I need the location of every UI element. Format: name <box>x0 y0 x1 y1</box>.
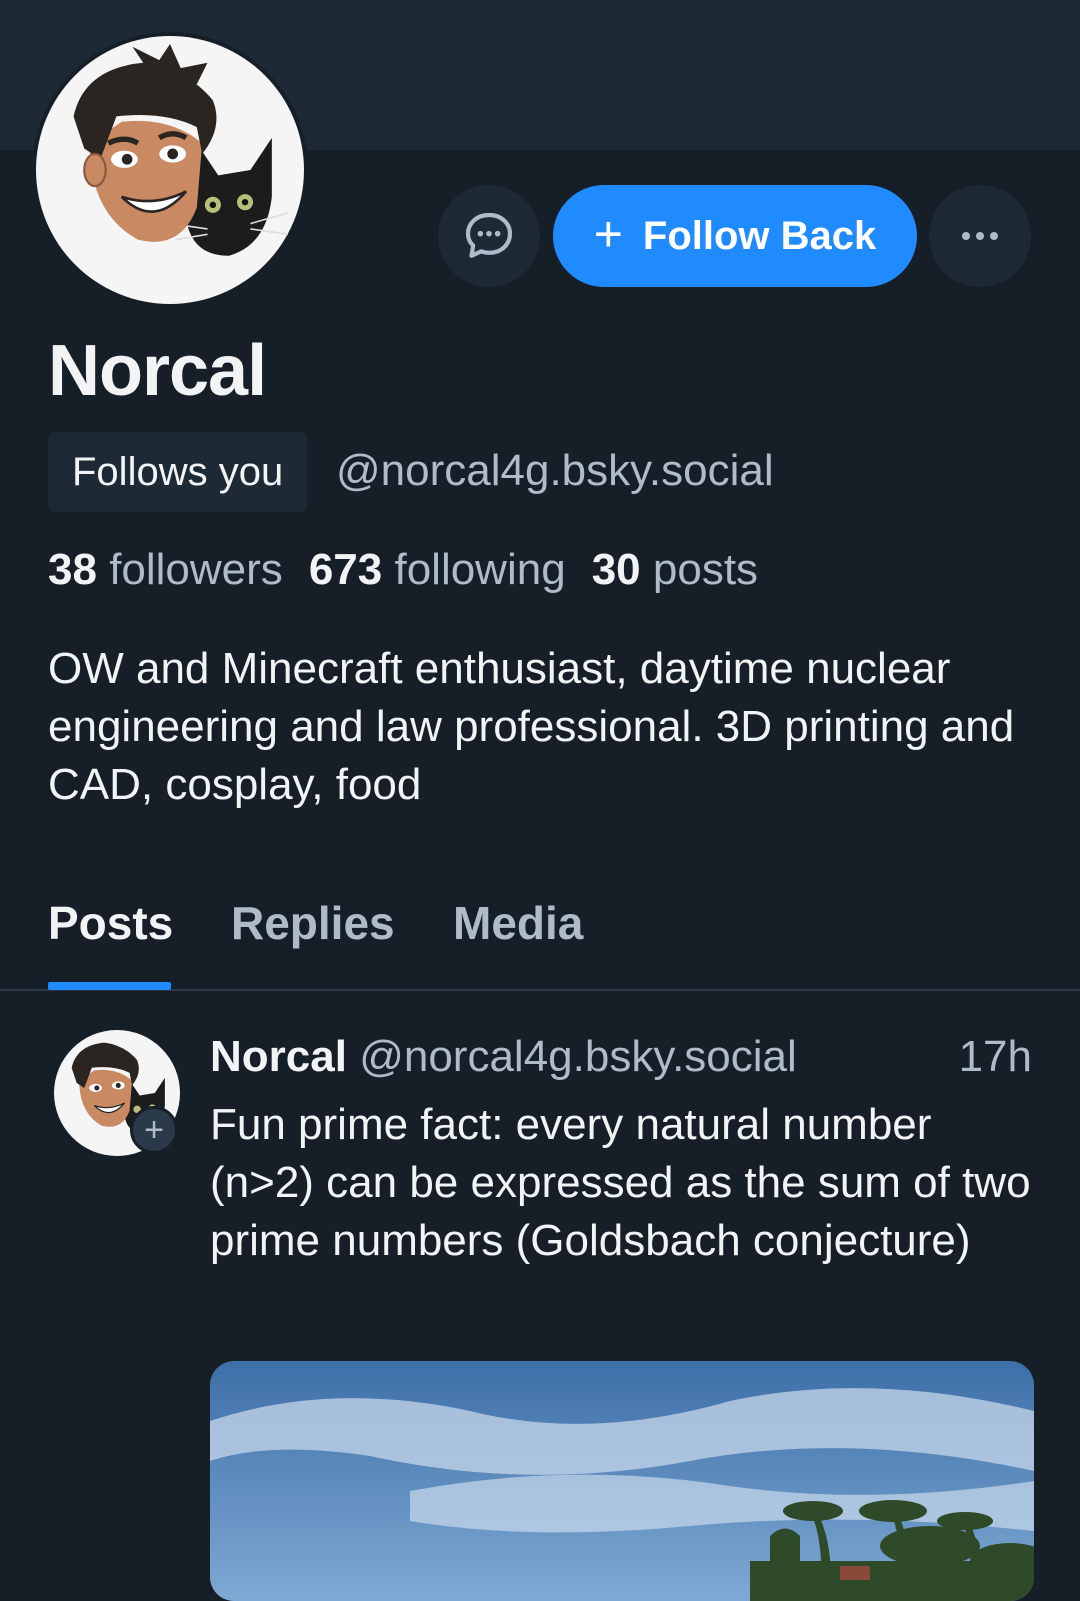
post-image[interactable] <box>210 1361 1034 1601</box>
profile-actions: + Follow Back <box>0 185 1080 287</box>
message-button[interactable] <box>438 185 540 287</box>
posts-count: 30 <box>591 545 641 594</box>
plus-icon: + <box>593 206 623 262</box>
following-stat[interactable]: 673 following <box>309 545 566 594</box>
chat-bubble-icon <box>465 212 513 258</box>
profile-bio: OW and Minecraft enthusiast, daytime nuc… <box>48 644 1015 809</box>
profile-handle[interactable]: @norcal4g.bsky.social <box>336 446 774 496</box>
follow-plus-icon[interactable]: + <box>130 1106 178 1154</box>
post-header: Norcal @norcal4g.bsky.social 17h <box>210 1032 1032 1082</box>
feed-post[interactable]: + Norcal @norcal4g.bsky.social 17h Fun p… <box>0 1000 1080 1601</box>
ellipsis-icon <box>962 232 998 240</box>
post-author-handle[interactable]: @norcal4g.bsky.social <box>359 1032 797 1081</box>
profile-tabs: Posts Replies Media <box>0 880 1080 991</box>
profile-stats: 38 followers 673 following 30 posts <box>48 545 758 595</box>
post-timestamp: 17h <box>958 1032 1032 1081</box>
followers-count: 38 <box>48 545 97 594</box>
posts-stat: 30 posts <box>592 545 758 594</box>
follow-back-label: Follow Back <box>642 213 877 258</box>
active-tab-indicator <box>48 982 171 990</box>
more-options-button[interactable] <box>929 185 1031 287</box>
followers-stat[interactable]: 38 followers <box>48 545 283 594</box>
tab-media[interactable]: Media <box>453 896 583 950</box>
tab-replies[interactable]: Replies <box>231 896 395 950</box>
post-author-name[interactable]: Norcal <box>210 1032 347 1081</box>
following-count: 673 <box>308 545 383 594</box>
beach-photo-icon <box>210 1361 1034 1601</box>
tab-posts[interactable]: Posts <box>48 896 173 950</box>
follow-back-button[interactable]: + Follow Back <box>553 185 917 287</box>
follows-you-badge: Follows you <box>48 432 308 512</box>
followers-label: followers <box>109 545 283 594</box>
post-text: Fun prime fact: every natural number (n>… <box>210 1100 1031 1265</box>
following-label: following <box>394 545 566 594</box>
profile-display-name: Norcal <box>48 331 267 411</box>
posts-label: posts <box>652 545 759 594</box>
